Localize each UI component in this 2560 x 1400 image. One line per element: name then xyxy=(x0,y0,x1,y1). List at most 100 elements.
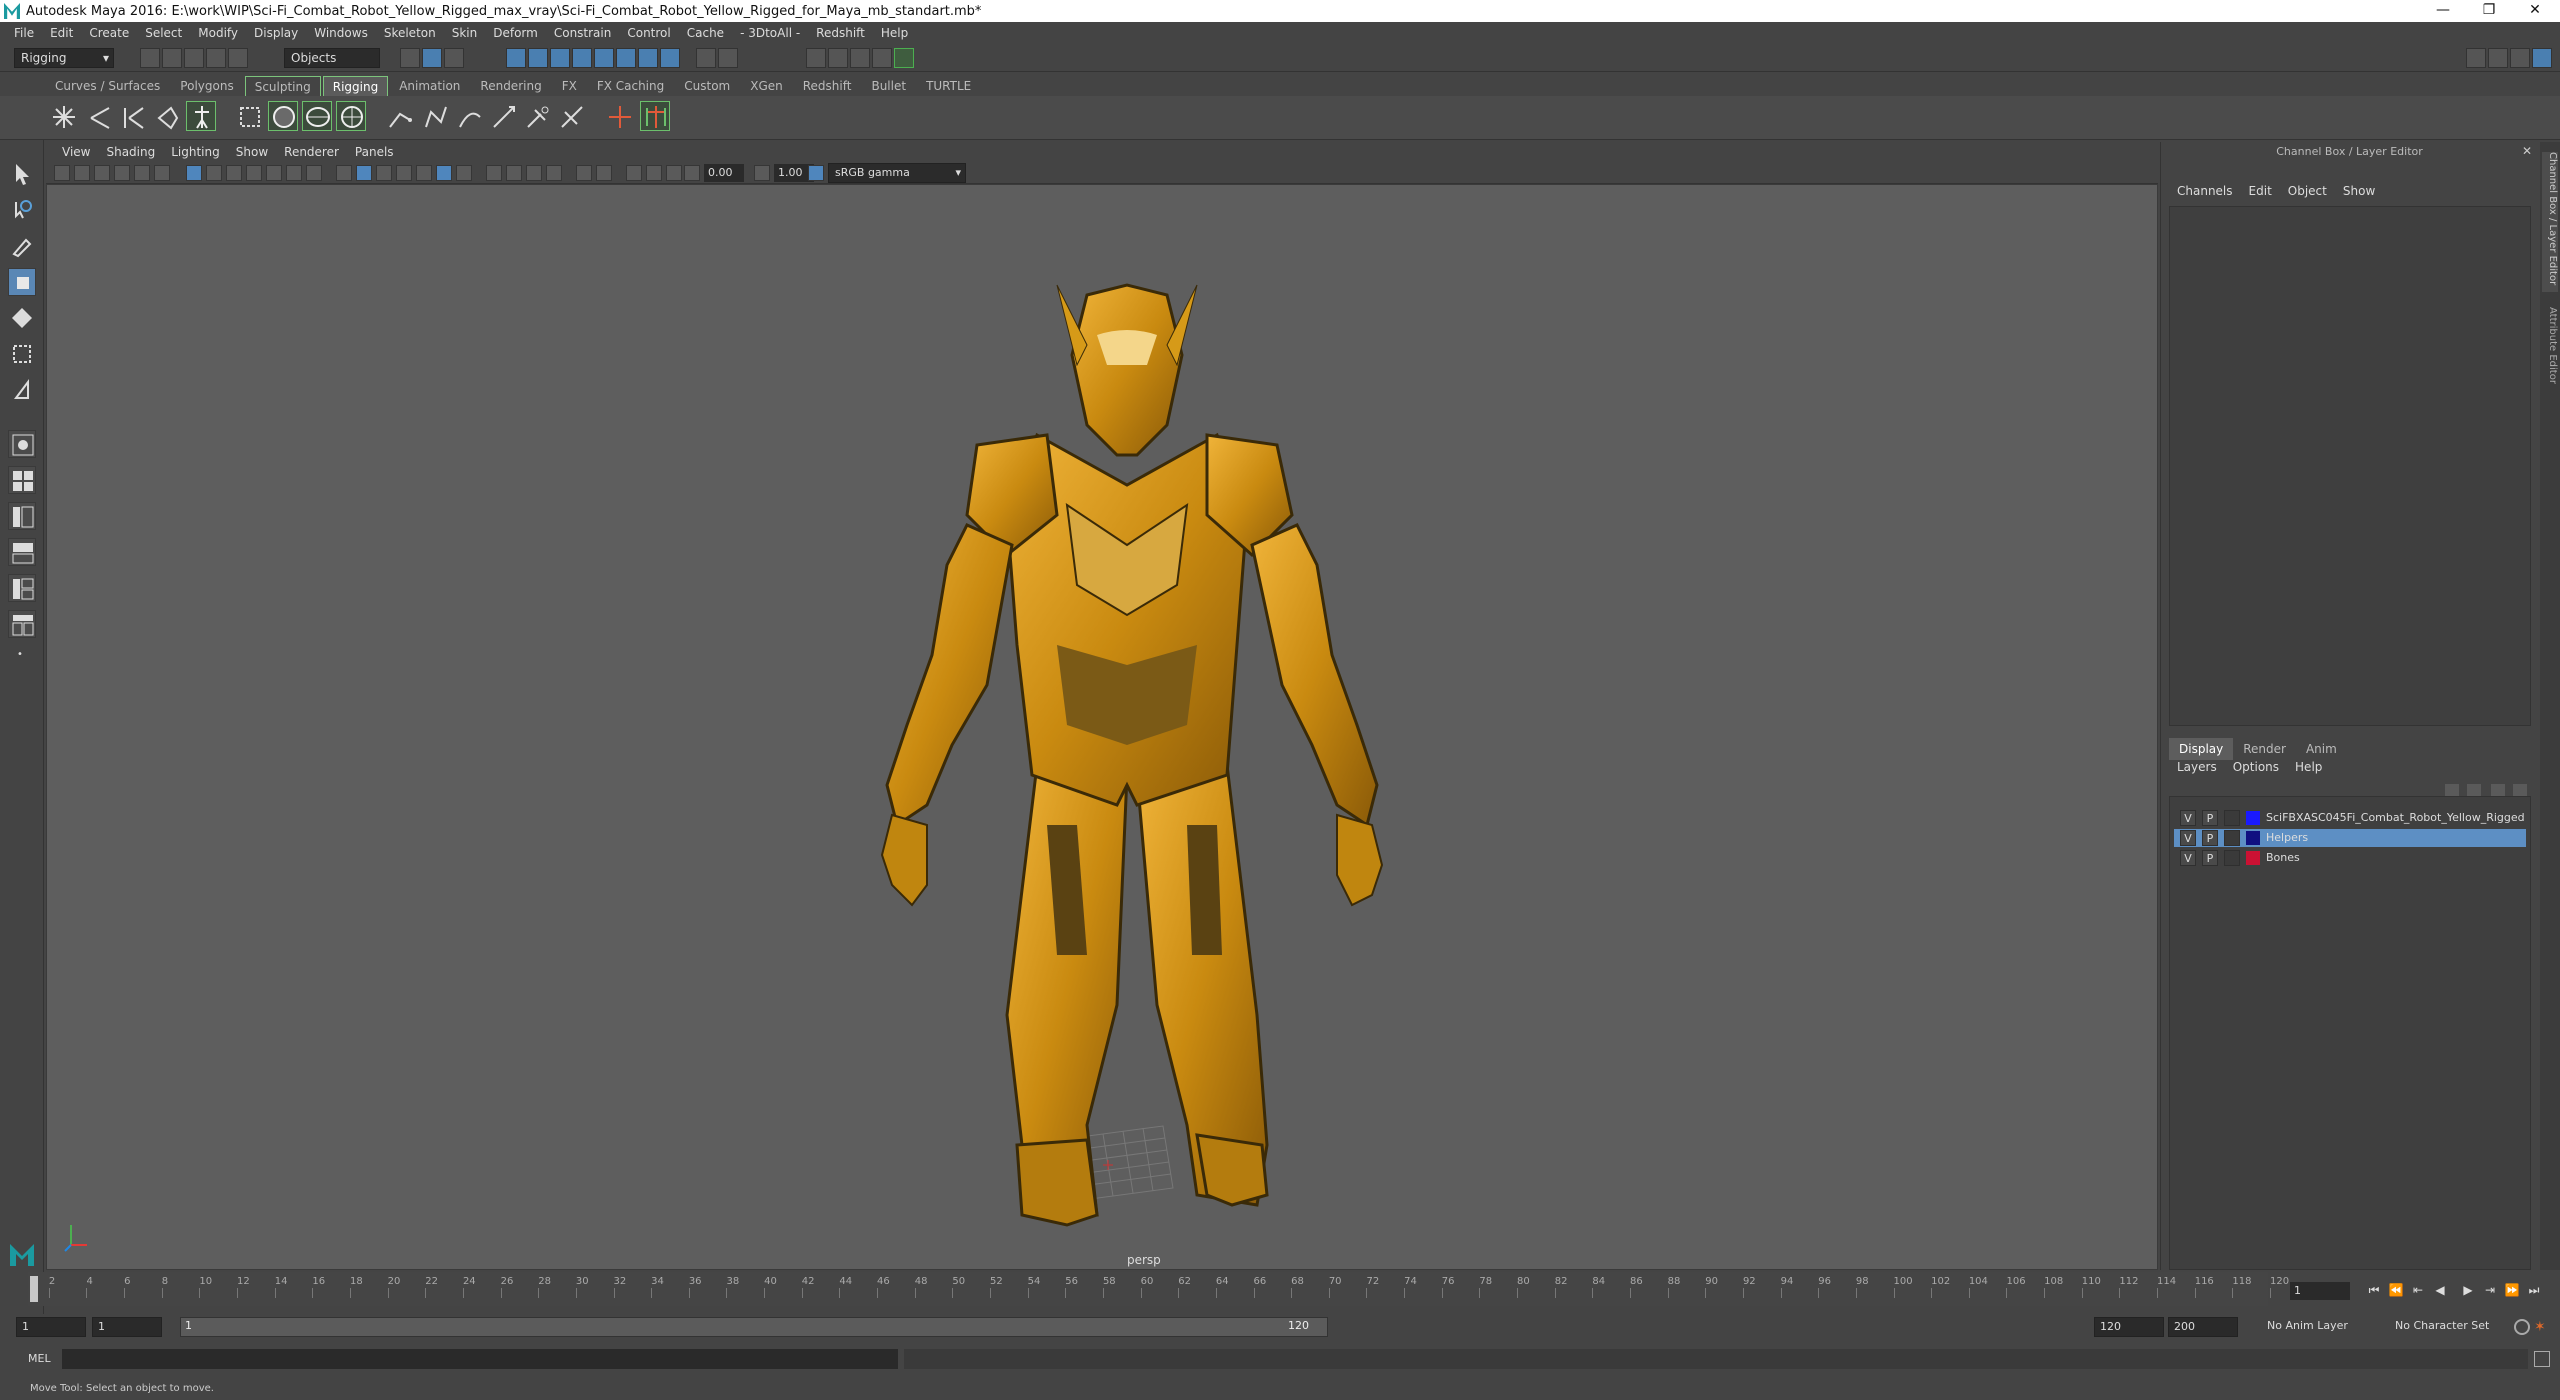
shelf-tab-rigging[interactable]: Rigging xyxy=(322,76,389,96)
layer-display-type-toggle[interactable] xyxy=(2224,850,2240,866)
safe-action-icon[interactable] xyxy=(286,165,302,181)
orient-joint-icon[interactable] xyxy=(152,101,182,131)
viewport-menu-view[interactable]: View xyxy=(54,145,98,159)
layer-menu-help[interactable]: Help xyxy=(2287,760,2330,774)
menu-windows[interactable]: Windows xyxy=(306,26,376,40)
scene-start-field[interactable]: 1 xyxy=(16,1317,86,1337)
ik-spring-icon[interactable] xyxy=(454,101,484,131)
default-material-icon[interactable] xyxy=(376,165,392,181)
grease-pencil-icon[interactable] xyxy=(154,165,170,181)
smooth-shade-icon[interactable] xyxy=(356,165,372,181)
step-forward-key-icon[interactable]: ⏩ xyxy=(2504,1282,2520,1298)
step-forward-frame-icon[interactable]: ⇥ xyxy=(2482,1282,2498,1298)
play-forward-icon[interactable]: ▶ xyxy=(2460,1282,2476,1298)
view-transform-dropdown[interactable]: sRGB gamma ▾ xyxy=(828,163,966,183)
geodesic-voxel-bind-icon[interactable] xyxy=(336,101,366,131)
layer-visibility-toggle[interactable]: V xyxy=(2180,830,2196,846)
mask-dynamics-icon[interactable] xyxy=(616,48,636,68)
shelf-tab-curves-surfaces[interactable]: Curves / Surfaces xyxy=(46,76,169,96)
wireframe-on-shaded-icon[interactable] xyxy=(396,165,412,181)
rotate-tool-icon[interactable] xyxy=(8,304,36,332)
grid-icon[interactable] xyxy=(186,165,202,181)
2d-pan-zoom-icon[interactable] xyxy=(134,165,150,181)
mirror-joint-icon[interactable] xyxy=(118,101,148,131)
menu-redshift[interactable]: Redshift xyxy=(808,26,873,40)
shelf-tab-sculpting[interactable]: Sculpting xyxy=(244,76,321,96)
layer-visibility-toggle[interactable]: V xyxy=(2180,850,2196,866)
layer-row[interactable]: V P SciFBXASC045Fi_Combat_Robot_Yellow_R… xyxy=(2174,809,2526,827)
menu-edit[interactable]: Edit xyxy=(42,26,81,40)
field-chart-icon[interactable] xyxy=(266,165,282,181)
persp-outliner-view-icon[interactable] xyxy=(8,502,36,530)
lock-selection-icon[interactable] xyxy=(696,48,716,68)
scene-end-field[interactable]: 200 xyxy=(2168,1317,2238,1337)
command-language-label[interactable]: MEL xyxy=(14,1350,64,1368)
xray-components-icon[interactable] xyxy=(646,165,662,181)
selection-mode-dropdown[interactable]: Objects xyxy=(284,48,380,68)
color-management-icon[interactable] xyxy=(808,165,824,181)
mask-deformations-icon[interactable] xyxy=(594,48,614,68)
wireframe-icon[interactable] xyxy=(336,165,352,181)
viewport-menu-panels[interactable]: Panels xyxy=(347,145,402,159)
xray-active-icon[interactable] xyxy=(666,165,682,181)
layer-display-type-toggle[interactable] xyxy=(2224,810,2240,826)
channel-box-menu-object[interactable]: Object xyxy=(2280,184,2335,198)
mask-joints-icon[interactable] xyxy=(528,48,548,68)
exposure-field[interactable]: 0.00 xyxy=(704,164,744,182)
menu-skin[interactable]: Skin xyxy=(444,26,486,40)
step-back-frame-icon[interactable]: ⇤ xyxy=(2410,1282,2426,1298)
layer-playback-toggle[interactable]: P xyxy=(2202,830,2218,846)
close-panel-icon[interactable]: ✕ xyxy=(2522,144,2532,158)
channel-box-menu-edit[interactable]: Edit xyxy=(2241,184,2280,198)
snap-point-icon[interactable] xyxy=(850,48,870,68)
toggle-tool-settings-icon[interactable] xyxy=(2510,48,2530,68)
perspective-viewport[interactable]: persp xyxy=(46,184,2158,1270)
four-view-icon[interactable] xyxy=(8,466,36,494)
viewport-menu-renderer[interactable]: Renderer xyxy=(276,145,347,159)
playback-end-field[interactable]: 120 xyxy=(2094,1317,2164,1337)
step-back-key-icon[interactable]: ⏪ xyxy=(2388,1282,2404,1298)
save-scene-icon[interactable] xyxy=(184,48,204,68)
viewport-menu-shading[interactable]: Shading xyxy=(98,145,163,159)
playback-start-field[interactable]: 1 xyxy=(92,1317,162,1337)
shelf-tab-xgen[interactable]: XGen xyxy=(741,76,792,96)
close-button[interactable]: ✕ xyxy=(2512,0,2558,22)
shelf-tab-rendering[interactable]: Rendering xyxy=(471,76,550,96)
current-time-indicator[interactable] xyxy=(30,1276,38,1302)
layer-row[interactable]: V P Helpers xyxy=(2174,829,2526,847)
shelf-tab-animation[interactable]: Animation xyxy=(390,76,469,96)
viewport-menu-show[interactable]: Show xyxy=(228,145,276,159)
redo-icon[interactable] xyxy=(228,48,248,68)
interactive-bind-icon[interactable] xyxy=(302,101,332,131)
menu-3dtoall[interactable]: - 3DtoAll - xyxy=(732,26,808,40)
lattice-icon[interactable] xyxy=(522,101,552,131)
persp-graph-view-icon[interactable] xyxy=(8,538,36,566)
select-object-icon[interactable] xyxy=(422,48,442,68)
tab-display[interactable]: Display xyxy=(2169,738,2234,760)
undo-icon[interactable] xyxy=(206,48,226,68)
shelf-tab-bullet[interactable]: Bullet xyxy=(862,76,915,96)
layer-playback-toggle[interactable]: P xyxy=(2202,850,2218,866)
viewport-menu-lighting[interactable]: Lighting xyxy=(163,145,228,159)
mask-rendering-icon[interactable] xyxy=(638,48,658,68)
motion-blur-icon[interactable] xyxy=(506,165,522,181)
play-backward-icon[interactable]: ◀ xyxy=(2432,1282,2448,1298)
menuset-dropdown[interactable]: Rigging ▾ xyxy=(14,48,114,68)
parent-constraint-icon[interactable] xyxy=(640,101,670,131)
more-layouts-icon[interactable]: • xyxy=(8,646,36,660)
toggle-attribute-editor-icon[interactable] xyxy=(2488,48,2508,68)
mask-surfaces-icon[interactable] xyxy=(572,48,592,68)
xray-joints-icon[interactable] xyxy=(626,165,642,181)
multisample-aa-icon[interactable] xyxy=(526,165,542,181)
menu-modify[interactable]: Modify xyxy=(190,26,246,40)
snap-grid-icon[interactable] xyxy=(806,48,826,68)
menu-create[interactable]: Create xyxy=(81,26,137,40)
open-scene-icon[interactable] xyxy=(162,48,182,68)
joint-tool-icon[interactable] xyxy=(48,101,78,131)
layer-playback-toggle[interactable]: P xyxy=(2202,810,2218,826)
gamma-icon[interactable] xyxy=(754,165,770,181)
quick-rig-icon[interactable] xyxy=(186,101,216,131)
layer-menu-options[interactable]: Options xyxy=(2225,760,2287,774)
use-all-lights-icon[interactable] xyxy=(436,165,452,181)
channel-box-menu-channels[interactable]: Channels xyxy=(2169,184,2241,198)
